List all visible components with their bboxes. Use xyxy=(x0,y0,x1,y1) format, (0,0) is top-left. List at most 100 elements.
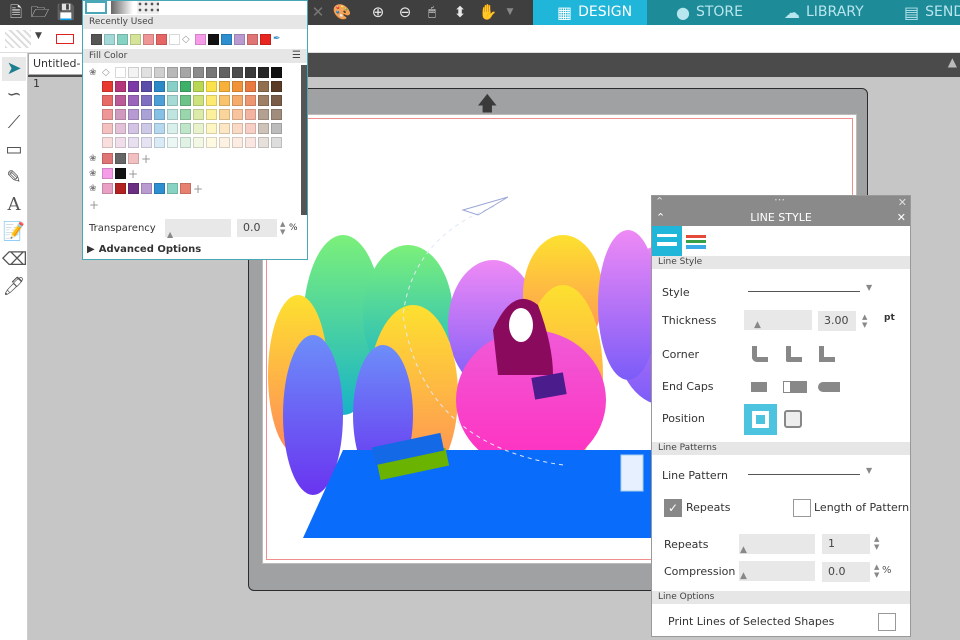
palette-color-swatch[interactable] xyxy=(154,137,165,148)
palette-color-swatch[interactable] xyxy=(141,67,152,78)
palette-color-swatch[interactable] xyxy=(271,95,282,106)
palette-color-swatch[interactable] xyxy=(245,67,256,78)
slider-thumb[interactable]: ▲ xyxy=(740,571,747,581)
palette-color-swatch[interactable] xyxy=(180,95,191,106)
palette-color-swatch[interactable] xyxy=(167,123,178,134)
palette-color-swatch[interactable] xyxy=(128,123,139,134)
zoom-out-icon[interactable]: ⊖ xyxy=(395,3,415,22)
palette-color-swatch[interactable] xyxy=(258,95,269,106)
palette-color-swatch[interactable] xyxy=(167,81,178,92)
palette-color-swatch[interactable] xyxy=(102,81,113,92)
palette-color-swatch[interactable] xyxy=(245,109,256,120)
palette-color-swatch[interactable] xyxy=(232,81,243,92)
pan-hand-icon[interactable]: ✋ xyxy=(478,3,498,22)
recent-color-swatch[interactable] xyxy=(130,33,141,45)
eraser-tool-icon[interactable]: ⌫ xyxy=(2,248,27,272)
palette-color-swatch[interactable] xyxy=(258,67,269,78)
palette-color-swatch[interactable] xyxy=(141,123,152,134)
palette-color-swatch[interactable] xyxy=(245,137,256,148)
palette-color-swatch[interactable] xyxy=(154,67,165,78)
palette-color-swatch[interactable] xyxy=(206,67,217,78)
compression-slider[interactable] xyxy=(739,561,815,581)
palette-color-swatch[interactable] xyxy=(193,137,204,148)
palette-color-swatch[interactable] xyxy=(167,137,178,148)
palette-color-swatch[interactable] xyxy=(245,95,256,106)
palette-color-swatch[interactable] xyxy=(102,123,113,134)
custom-color-swatch[interactable] xyxy=(102,168,113,179)
custom-color-swatch[interactable] xyxy=(115,153,126,164)
end-cap-round-button[interactable] xyxy=(818,382,840,392)
thickness-stepper[interactable]: ▲ ▼ xyxy=(862,313,867,329)
tab-store[interactable]: ● STORE xyxy=(652,0,762,25)
move-down-icon[interactable]: ⬍ xyxy=(450,3,470,22)
position-outside-button[interactable] xyxy=(784,410,802,428)
palette-color-swatch[interactable] xyxy=(154,123,165,134)
advanced-options-toggle[interactable]: ▶ Advanced Options xyxy=(87,244,201,255)
slider-thumb[interactable]: ▲ xyxy=(754,320,761,330)
panel-title-bar[interactable]: ⌃ LINE STYLE ✕ xyxy=(652,210,910,226)
custom-color-swatch[interactable] xyxy=(141,183,152,194)
end-cap-butt-button[interactable] xyxy=(751,382,767,392)
palette-color-swatch[interactable] xyxy=(232,109,243,120)
corner-bevel-button[interactable] xyxy=(786,346,802,362)
palette-color-swatch[interactable] xyxy=(271,67,282,78)
eyedropper-icon[interactable]: ✒ xyxy=(273,34,281,44)
recent-color-swatch[interactable] xyxy=(260,33,271,45)
pencil-tool-icon[interactable]: ✎ xyxy=(2,166,26,190)
palette-color-swatch[interactable] xyxy=(141,109,152,120)
palette-color-swatch[interactable] xyxy=(180,109,191,120)
pattern-fill-tab[interactable] xyxy=(137,1,159,14)
palette-color-swatch[interactable] xyxy=(193,67,204,78)
repeats-input[interactable]: 1 xyxy=(822,534,870,554)
palette-color-swatch[interactable] xyxy=(193,123,204,134)
palette-color-swatch[interactable] xyxy=(258,109,269,120)
recent-color-swatch[interactable] xyxy=(234,33,245,45)
palette-color-swatch[interactable] xyxy=(115,67,126,78)
palette-color-swatch[interactable] xyxy=(232,137,243,148)
palette-color-swatch[interactable] xyxy=(128,67,139,78)
palette-color-swatch[interactable] xyxy=(219,137,230,148)
recent-color-swatch[interactable] xyxy=(156,33,167,45)
thickness-input[interactable]: 3.00 xyxy=(818,311,856,331)
palette-color-swatch[interactable] xyxy=(154,81,165,92)
zoom-fit-icon[interactable]: 🖱 xyxy=(422,3,442,22)
dropdown-icon[interactable]: ▼ xyxy=(500,3,520,22)
popup-scrollbar[interactable] xyxy=(301,65,307,215)
line-pattern-dropdown-icon[interactable]: ▼ xyxy=(866,466,872,475)
line-style-tab[interactable] xyxy=(652,226,682,256)
custom-color-swatch[interactable] xyxy=(115,168,126,179)
palette-color-swatch[interactable] xyxy=(154,95,165,106)
style-select[interactable] xyxy=(748,291,860,292)
recent-color-swatch[interactable] xyxy=(195,33,206,45)
gradient-fill-tab[interactable] xyxy=(111,1,133,14)
palette-color-swatch[interactable] xyxy=(206,81,217,92)
custom-color-swatch[interactable] xyxy=(154,183,165,194)
zoom-in-icon[interactable]: ⊕ xyxy=(368,3,388,22)
palette-color-swatch[interactable] xyxy=(115,109,126,120)
double-chevron-up-icon[interactable]: ⌃ xyxy=(655,195,664,208)
palette-color-swatch[interactable] xyxy=(128,137,139,148)
repeats-checkbox[interactable]: ✓ xyxy=(664,499,682,517)
palette-color-swatch[interactable] xyxy=(271,137,282,148)
line-color-swatch[interactable] xyxy=(56,34,74,44)
length-of-pattern-checkbox[interactable] xyxy=(793,499,811,517)
palette-color-swatch[interactable] xyxy=(271,123,282,134)
palette-color-swatch[interactable] xyxy=(219,95,230,106)
palette-color-swatch[interactable] xyxy=(180,137,191,148)
close-icon[interactable]: ✕ xyxy=(308,3,328,22)
palette-color-swatch[interactable] xyxy=(180,81,191,92)
palette-color-swatch[interactable] xyxy=(141,95,152,106)
style-dropdown-icon[interactable]: ▼ xyxy=(866,283,872,292)
tab-design[interactable]: ▦ DESIGN xyxy=(533,0,647,25)
compression-stepper[interactable]: ▲ ▼ xyxy=(874,563,879,579)
palette-color-swatch[interactable] xyxy=(219,109,230,120)
custom-color-swatch[interactable] xyxy=(167,183,178,194)
compression-input[interactable]: 0.0 xyxy=(822,562,870,582)
recent-color-swatch[interactable]: ◇ xyxy=(182,34,193,45)
palette-color-swatch[interactable] xyxy=(258,137,269,148)
palette-color-swatch[interactable] xyxy=(102,109,113,120)
rectangle-tool-icon[interactable]: ▭ xyxy=(2,138,26,162)
palette-color-swatch[interactable] xyxy=(206,95,217,106)
panel-dock-bar[interactable]: ⌃ ⋯ ✕ xyxy=(652,193,910,210)
palette-color-swatch[interactable] xyxy=(115,95,126,106)
